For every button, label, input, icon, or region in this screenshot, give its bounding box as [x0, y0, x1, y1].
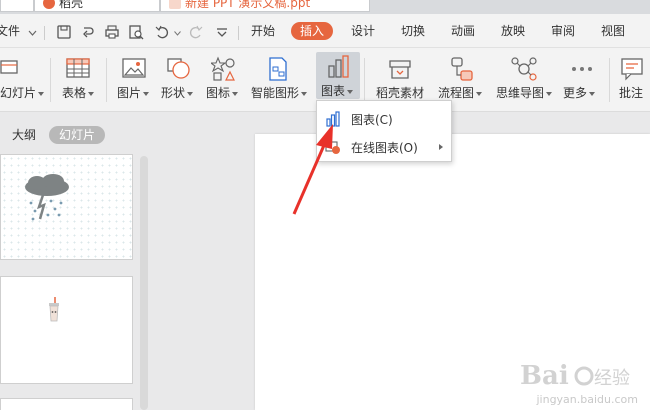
chart-icon — [328, 55, 349, 78]
mindmap-button[interactable]: 思维导图 — [494, 48, 556, 112]
shape-label: 形状 — [161, 86, 186, 100]
menu-review[interactable]: 审阅 — [551, 22, 575, 40]
more-icon — [572, 67, 592, 71]
chart-caret-icon — [347, 89, 354, 94]
flowchart-icon — [451, 57, 473, 81]
ppt-file-icon — [169, 0, 181, 9]
save-icon[interactable] — [56, 24, 72, 40]
print-preview-icon[interactable] — [128, 24, 144, 40]
smartart-icon — [269, 57, 287, 81]
file-menu-chevron-icon[interactable] — [28, 30, 37, 36]
picture-label: 图片 — [117, 86, 142, 100]
icon-label: 图标 — [206, 86, 231, 100]
slide-thumbnail-1[interactable] — [0, 154, 133, 260]
undo-dropdown-icon[interactable] — [174, 31, 181, 36]
title-tab-strip: 稻壳 新建 PPT 演示文稿.ppt — [0, 0, 650, 14]
tab-outline[interactable]: 大纲 — [12, 126, 36, 144]
redo-icon[interactable] — [188, 24, 204, 40]
menu-divider — [44, 26, 45, 40]
menu-item-online-chart[interactable]: 在线图表(O) — [317, 134, 451, 160]
more-button[interactable]: 更多 — [560, 48, 604, 112]
ribbon-separator — [106, 58, 107, 102]
menu-divider-2 — [238, 26, 239, 40]
menu-slideshow[interactable]: 放映 — [501, 22, 525, 40]
submenu-arrow-icon — [439, 144, 443, 150]
menu-transitions[interactable]: 切换 — [401, 22, 425, 40]
mindmap-icon — [511, 57, 537, 81]
slide-thumbnail-3[interactable] — [0, 398, 133, 410]
storm-cloud-icon — [25, 174, 69, 221]
new-slide-caret-icon — [38, 91, 45, 96]
slides-panel-scrollbar[interactable] — [140, 156, 148, 410]
customize-toolbar-icon[interactable] — [214, 24, 230, 40]
comment-button[interactable]: 批注 — [614, 48, 650, 112]
menu-bar: 文件 开始 插入 设计 切换 动画 放映 审阅 视图 — [0, 14, 650, 48]
new-slide-label: 幻灯片 — [0, 86, 37, 100]
svg-text:Bai: Bai — [520, 361, 569, 390]
smartart-label: 智能图形 — [251, 86, 300, 100]
icon-button[interactable]: 图标 — [204, 48, 244, 112]
drink-cup-icon — [49, 297, 59, 322]
docer-material-label: 稻壳素材 — [376, 86, 425, 100]
picture-caret-icon — [143, 91, 150, 96]
bar-chart-icon — [326, 111, 340, 127]
shape-icon — [167, 58, 190, 79]
tab-docer[interactable]: 稻壳 — [34, 0, 160, 12]
flowchart-label: 流程图 — [438, 86, 475, 100]
tab-document-label: 新建 PPT 演示文稿.ppt — [185, 0, 311, 10]
menu-design[interactable]: 设计 — [351, 22, 375, 40]
table-button[interactable]: 表格 — [58, 48, 98, 112]
slide-thumbnail-2[interactable] — [0, 276, 133, 384]
menu-item-chart-label: 图表(C) — [351, 112, 393, 127]
chart-label: 图表 — [321, 84, 346, 98]
menu-insert[interactable]: 插入 — [291, 22, 334, 40]
new-slide-button[interactable]: 幻灯片 — [0, 48, 45, 112]
tab-document[interactable]: 新建 PPT 演示文稿.ppt — [160, 0, 370, 12]
icons-library-icon — [211, 56, 235, 81]
menu-home[interactable]: 开始 — [251, 22, 275, 40]
tab-docer-label: 稻壳 — [59, 0, 84, 10]
shape-caret-icon — [187, 91, 194, 96]
print-icon[interactable] — [104, 24, 120, 40]
menu-file[interactable]: 文件 — [0, 22, 20, 40]
ribbon-separator — [50, 58, 51, 102]
comment-icon — [621, 58, 643, 81]
more-caret-icon — [589, 91, 596, 96]
menu-animations[interactable]: 动画 — [451, 22, 475, 40]
svg-text:经验: 经验 — [594, 368, 630, 389]
table-caret-icon — [88, 91, 95, 96]
new-slide-icon — [0, 60, 18, 74]
mindmap-label: 思维导图 — [496, 86, 545, 100]
menu-item-chart[interactable]: 图表(C) — [317, 106, 451, 132]
undo-icon[interactable] — [154, 24, 170, 40]
picture-icon — [122, 58, 146, 78]
watermark-url: jingyan.baidu.com — [536, 393, 638, 406]
picture-button[interactable]: 图片 — [114, 48, 154, 112]
mindmap-caret-icon — [546, 91, 553, 96]
online-chart-icon — [325, 141, 340, 154]
left-scroll-tab[interactable] — [0, 0, 34, 12]
undo-history-icon[interactable] — [80, 24, 96, 40]
table-icon — [66, 58, 90, 78]
ribbon-separator — [364, 58, 365, 102]
chart-dropdown-menu: 图表(C) 在线图表(O) — [316, 100, 452, 162]
table-label: 表格 — [62, 86, 87, 100]
flowchart-caret-icon — [476, 91, 483, 96]
shape-button[interactable]: 形状 — [158, 48, 200, 112]
smartart-caret-icon — [301, 91, 308, 96]
comment-label: 批注 — [619, 86, 644, 100]
menu-view[interactable]: 视图 — [601, 22, 625, 40]
smartart-button[interactable]: 智能图形 — [248, 48, 312, 112]
docer-logo-icon — [43, 0, 55, 9]
baidu-jingyan-logo: Bai 经验 — [520, 361, 630, 391]
docer-material-icon — [389, 60, 411, 79]
tab-slides[interactable]: 幻灯片 — [49, 126, 106, 144]
ribbon-separator — [609, 58, 610, 102]
baidu-watermark: Bai 经验 jingyan.baidu.com — [520, 360, 638, 406]
more-label: 更多 — [563, 86, 588, 100]
menu-item-online-chart-label: 在线图表(O) — [351, 140, 418, 155]
chart-button[interactable]: 图表 — [316, 48, 360, 100]
icon-caret-icon — [232, 91, 239, 96]
